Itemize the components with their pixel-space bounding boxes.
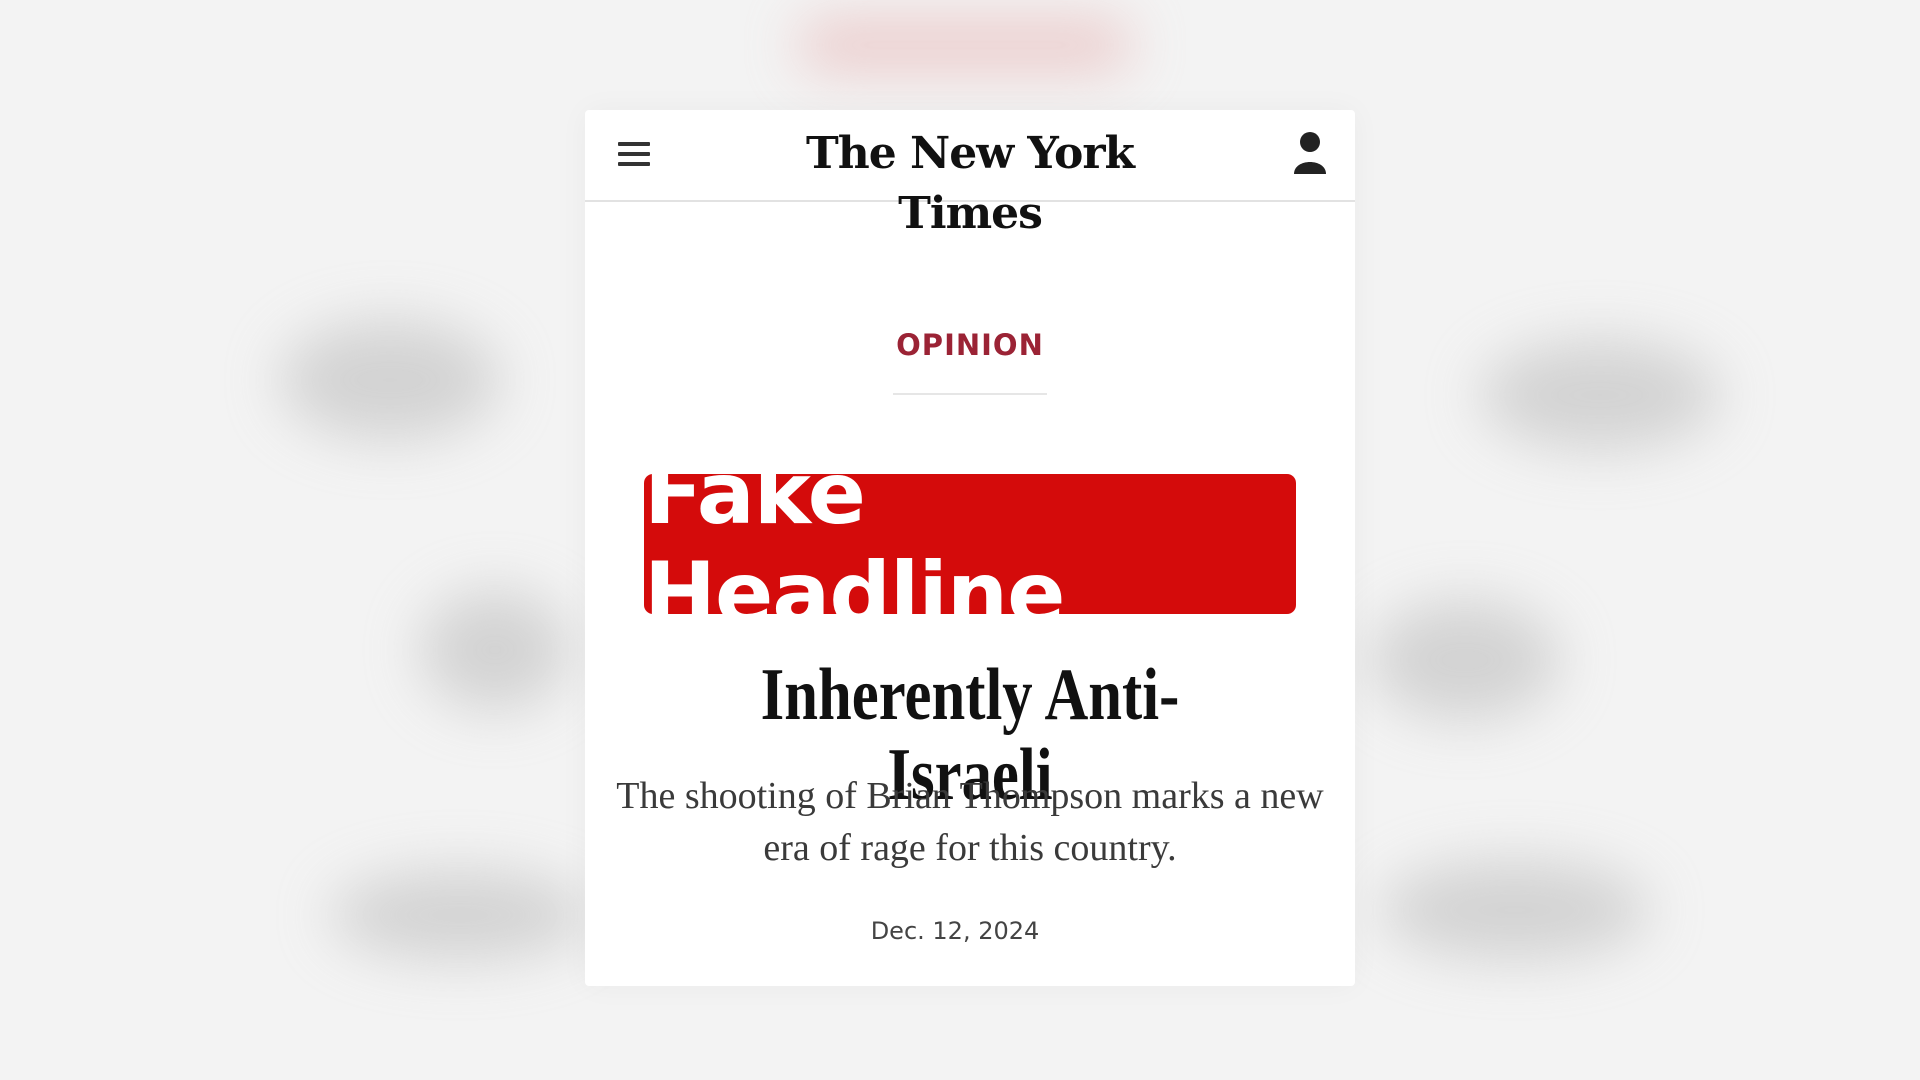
blurred-background-shape [1370,600,1560,720]
blurred-background-shape [1380,860,1650,960]
blurred-background-shape [1480,340,1720,450]
fake-headline-label: Fake Headline [644,444,1296,644]
blurred-banner-top [800,20,1130,70]
user-icon[interactable] [1291,130,1329,176]
hamburger-menu-icon[interactable] [618,142,650,170]
fake-headline-label-text: Fake Headline [644,444,1065,644]
site-logo[interactable]: The New York Times [745,124,1195,244]
masthead: The New York Times [585,110,1355,239]
blurred-background-shape [420,590,570,710]
article-summary: The shooting of Brian Thompson marks a n… [616,775,1324,869]
screenshot-stage: The New York Times OPINION Inherently An… [0,0,1920,1080]
blurred-background-shape [280,320,500,440]
section-divider [893,393,1047,395]
blurred-background-shape [330,870,590,960]
publication-date: Dec. 12, 2024 [870,917,1040,945]
section-label[interactable]: OPINION [585,328,1355,362]
